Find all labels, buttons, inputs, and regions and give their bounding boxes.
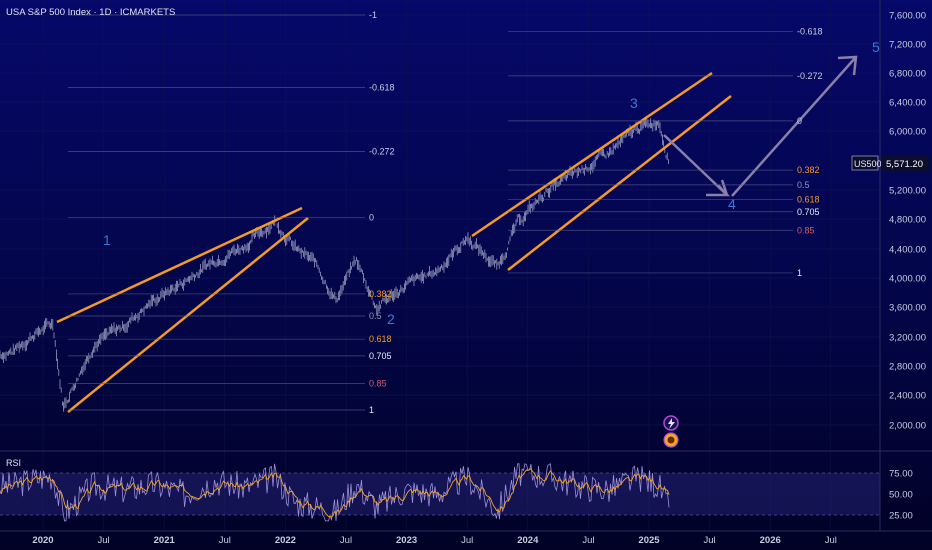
time-tick-label: Jul	[219, 535, 231, 546]
time-tick-label: 2021	[154, 535, 176, 546]
price-tick-label: 7,600.00	[889, 11, 926, 22]
price-tick-label: 2,800.00	[889, 362, 926, 373]
price-tick-label: 4,400.00	[889, 245, 926, 256]
drawings-layer	[56, 55, 858, 413]
fib-level-label: 0.705	[369, 351, 392, 361]
fib-level-label: 0.382	[369, 289, 392, 299]
earnings-glyph	[667, 436, 675, 444]
fib-level-label: 0.5	[369, 311, 382, 321]
wave-label-2: 2	[387, 311, 395, 327]
time-tick-label: Jul	[582, 535, 594, 546]
time-axis[interactable]: 2020 Jul 2021 Jul 2022 Jul 2023 Jul 2024 Jul 2025 J…	[32, 535, 836, 546]
rsi-axis[interactable]: 75.00 50.00 25.00	[889, 469, 913, 522]
price-tick-label: 2,400.00	[889, 391, 926, 402]
arrowhead-down	[717, 179, 729, 196]
elliott-wave-labels: 1 2 3 4 5	[103, 39, 880, 327]
symbol-tag-label: US500	[854, 159, 882, 169]
price-tick-label: 7,200.00	[889, 40, 926, 51]
price-tick-label: 3,600.00	[889, 303, 926, 314]
fib-level-label: -0.618	[797, 27, 823, 37]
wave-label-4: 4	[728, 196, 736, 212]
fib-level-label: 0.5	[797, 180, 810, 190]
time-tick-label: Jul	[340, 535, 352, 546]
fib-level-label: 0.382	[797, 165, 820, 175]
wave-label-3: 3	[630, 95, 638, 111]
wave-label-1: 1	[103, 232, 111, 248]
price-tick-label: 4,000.00	[889, 274, 926, 285]
fib-level-label: 1	[369, 405, 374, 415]
fib-level-label: -0.618	[369, 83, 395, 93]
fib-level-label: 0.618	[369, 334, 392, 344]
time-tick-label: 2025	[638, 535, 660, 546]
chart-title: USA S&P 500 Index · 1D · ICMARKETS	[6, 7, 175, 18]
rsi-band	[0, 473, 880, 515]
price-tick-label: 6,000.00	[889, 127, 926, 138]
time-tick-label: 2024	[517, 535, 539, 546]
wave-label-5: 5	[872, 39, 880, 55]
fib-level-label: -1	[369, 10, 377, 20]
price-tick-label: 4,800.00	[889, 215, 926, 226]
price-axis[interactable]: 7,600.00 7,200.00 6,800.00 6,400.00 6,000.00…	[889, 11, 926, 432]
rsi-label: RSI	[6, 458, 21, 468]
price-tick-label: 6,800.00	[889, 69, 926, 80]
fib-retracement-right[interactable]: -0.618 -0.272 0 0.382 0.5 0.618 0.705 0.85 1	[508, 27, 823, 278]
chart-stage: -1 -0.618 -0.272 0 0.382 0.5 0.618 0.705 0.85 1 -…	[0, 0, 932, 550]
price-tick-label: 3,200.00	[889, 333, 926, 344]
last-price-marker: US500 5,571.20	[851, 155, 929, 171]
time-tick-label: Jul	[98, 535, 110, 546]
projection-up-arrow[interactable]	[731, 56, 857, 197]
time-tick-label: 2022	[275, 535, 296, 546]
fib-level-label: 1	[797, 268, 802, 278]
price-tick-label: 5,200.00	[889, 186, 926, 197]
last-price-label: 5,571.20	[886, 159, 923, 170]
fib-level-label: 0.705	[797, 207, 820, 217]
rsi-tick-label: 25.00	[889, 511, 913, 522]
fib-retracement-left[interactable]: -1 -0.618 -0.272 0 0.382 0.5 0.618 0.705 0.85 1	[68, 10, 395, 415]
fib-level-label: 0.85	[369, 378, 387, 388]
price-tick-label: 2,000.00	[889, 421, 926, 432]
time-tick-label: Jul	[704, 535, 716, 546]
wedge-upper-trendline[interactable]	[56, 206, 303, 324]
time-tick-label: 2023	[396, 535, 417, 546]
rsi-tick-label: 50.00	[889, 490, 913, 501]
fib-level-label: 0	[369, 213, 374, 223]
time-tick-label: 2020	[32, 535, 53, 546]
price-series	[0, 115, 669, 412]
fib-level-label: -0.272	[797, 71, 823, 81]
event-icons[interactable]	[663, 415, 679, 448]
price-tick-label: 6,400.00	[889, 98, 926, 109]
fib-level-label: 0.85	[797, 225, 815, 235]
fib-level-label: 0	[797, 116, 802, 126]
fib-level-label: -0.272	[369, 147, 395, 157]
time-tick-label: 2026	[760, 535, 781, 546]
time-tick-label: Jul	[461, 535, 473, 546]
chart-canvas[interactable]: -1 -0.618 -0.272 0 0.382 0.5 0.618 0.705 0.85 1 -…	[0, 0, 932, 550]
time-tick-label: Jul	[825, 535, 837, 546]
rsi-tick-label: 75.00	[889, 469, 913, 480]
channel-lower-trendline[interactable]	[507, 95, 732, 271]
fib-level-label: 0.618	[797, 194, 820, 204]
